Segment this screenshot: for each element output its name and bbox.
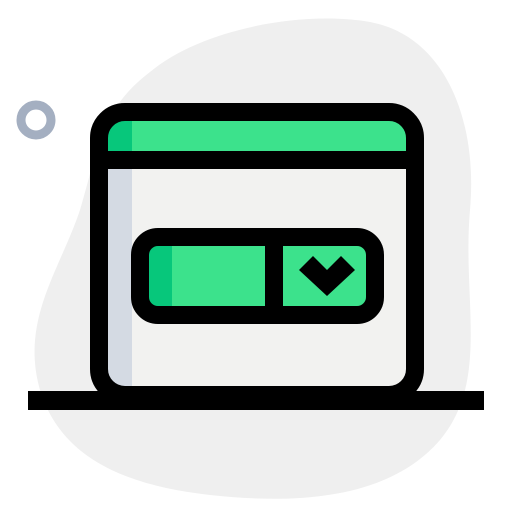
dropdown-field-shade bbox=[148, 246, 172, 306]
window-shade bbox=[108, 160, 132, 386]
ground-line bbox=[28, 391, 484, 410]
dropdown-window-illustration bbox=[0, 0, 512, 512]
decorative-ring bbox=[16, 100, 56, 140]
dropdown-window-icon bbox=[16, 18, 484, 499]
